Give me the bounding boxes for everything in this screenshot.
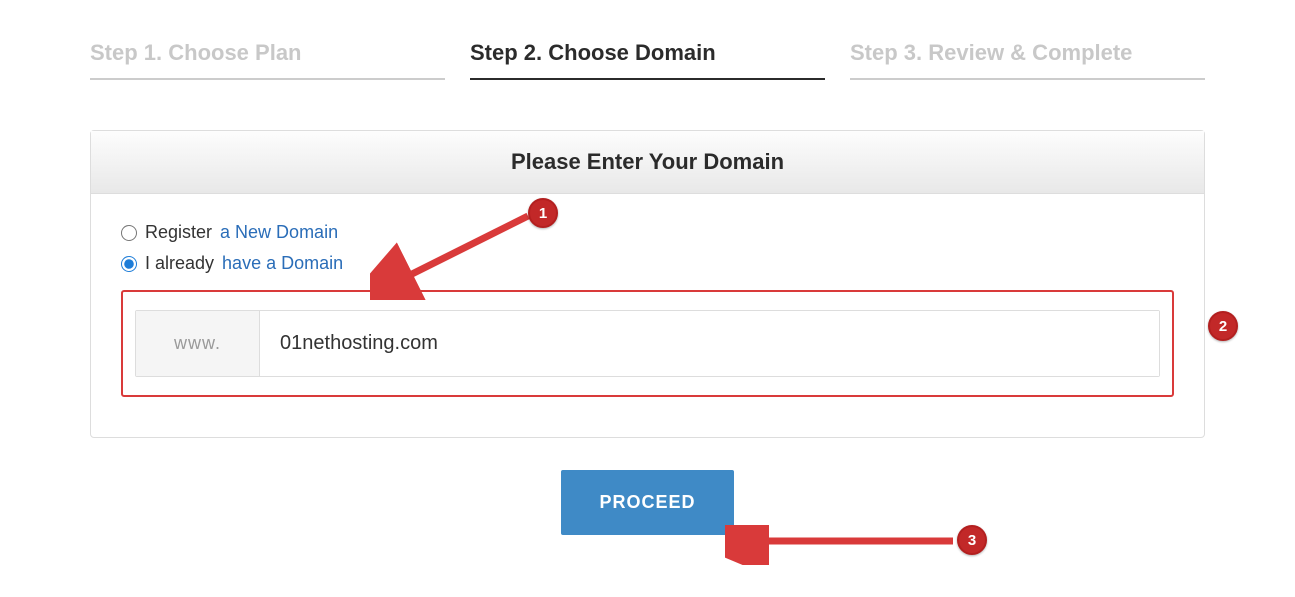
proceed-button[interactable]: PROCEED xyxy=(561,470,733,535)
step-2-tab[interactable]: Step 2. Choose Domain xyxy=(470,40,825,80)
register-prefix-text: Register xyxy=(145,222,212,243)
domain-input-highlight: www. xyxy=(121,290,1174,397)
step-1-tab[interactable]: Step 1. Choose Plan xyxy=(90,40,445,80)
www-prefix: www. xyxy=(136,311,260,376)
annotation-badge-1: 1 xyxy=(528,198,558,228)
register-domain-radio[interactable] xyxy=(121,225,137,241)
annotation-badge-3: 3 xyxy=(957,525,987,555)
step-3-tab[interactable]: Step 3. Review & Complete xyxy=(850,40,1205,80)
have-prefix-text: I already xyxy=(145,253,214,274)
register-domain-option[interactable]: Register a New Domain xyxy=(121,222,1174,243)
steps-nav: Step 1. Choose Plan Step 2. Choose Domai… xyxy=(90,40,1205,80)
arrow-icon xyxy=(370,210,540,300)
domain-panel: Please Enter Your Domain Register a New … xyxy=(90,130,1205,438)
domain-input[interactable] xyxy=(260,311,1159,376)
existing-domain-radio[interactable] xyxy=(121,256,137,272)
annotation-badge-2: 2 xyxy=(1208,311,1238,341)
have-link-text: have a Domain xyxy=(222,253,343,274)
domain-input-group: www. xyxy=(135,310,1160,377)
existing-domain-option[interactable]: I already have a Domain xyxy=(121,253,1174,274)
register-link-text: a New Domain xyxy=(220,222,338,243)
arrow-icon xyxy=(725,525,965,565)
panel-title: Please Enter Your Domain xyxy=(91,131,1204,194)
